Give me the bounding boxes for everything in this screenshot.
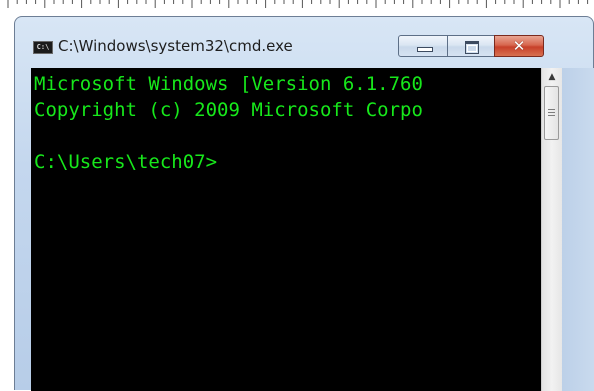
scroll-thumb[interactable] bbox=[544, 86, 559, 140]
grip-line bbox=[548, 112, 555, 113]
command-prompt[interactable]: C:\Users\tech07> bbox=[34, 150, 217, 174]
cmd-app-icon[interactable]: C:\ bbox=[33, 41, 53, 54]
console-line-copyright: Copyright (c) 2009 Microsoft Corpo bbox=[34, 99, 423, 121]
close-icon: ✕ bbox=[512, 37, 526, 55]
minimize-icon bbox=[417, 47, 433, 52]
ruler-ticks bbox=[7, 0, 589, 8]
title-bar[interactable]: C:\ C:\Windows\system32\cmd.exe ✕ bbox=[15, 17, 593, 67]
scroll-up-arrow-icon[interactable]: ▲ bbox=[542, 68, 562, 86]
maximize-button[interactable] bbox=[447, 35, 495, 57]
close-button[interactable]: ✕ bbox=[494, 35, 544, 57]
console-line-version: Microsoft Windows [Version 6.1.760 bbox=[34, 73, 423, 95]
grip-line bbox=[548, 115, 555, 116]
window-frame-right bbox=[562, 68, 594, 391]
maximize-icon bbox=[465, 41, 479, 54]
ruler bbox=[0, 0, 594, 16]
console-output[interactable]: Microsoft Windows [Version 6.1.760 Copyr… bbox=[31, 68, 541, 391]
minimize-button[interactable] bbox=[398, 35, 448, 57]
window-title: C:\Windows\system32\cmd.exe bbox=[58, 37, 293, 55]
grip-line bbox=[548, 109, 555, 110]
cmd-window: C:\ C:\Windows\system32\cmd.exe ✕ Micros… bbox=[14, 16, 594, 391]
vertical-scrollbar[interactable]: ▲ bbox=[541, 68, 562, 391]
